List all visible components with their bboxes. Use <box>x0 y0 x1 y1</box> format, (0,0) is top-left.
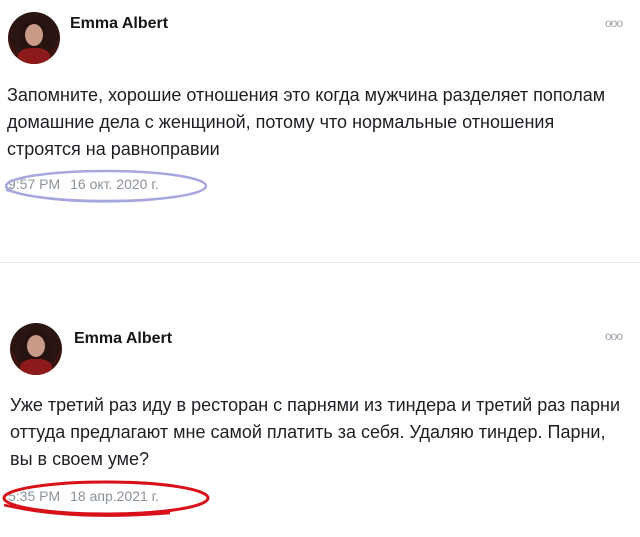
tweet-1: Emma Albert ooo Запомните, хорошие отнош… <box>0 0 640 262</box>
avatar-dress <box>20 359 52 375</box>
avatar[interactable] <box>8 12 60 64</box>
tweet-timestamp[interactable]: 5:35 PM 18 апр.2021 г. <box>8 488 159 504</box>
avatar-face <box>27 335 45 357</box>
more-dots-icon[interactable]: ooo <box>605 16 623 30</box>
avatar-face <box>25 24 43 46</box>
tweet-text: Запомните, хорошие отношения это когда м… <box>7 85 606 159</box>
tweet-date: 18 апр.2021 г. <box>70 488 159 504</box>
tweet-time: 9:57 PM <box>8 176 61 192</box>
author-name[interactable]: Emma Albert <box>70 15 168 33</box>
tweet-date: 16 окт. 2020 г. <box>70 176 159 192</box>
more-dots-icon[interactable]: ooo <box>605 329 623 343</box>
tweet-timestamp[interactable]: 9:57 PM 16 окт. 2020 г. <box>8 176 159 192</box>
tweet-2: Emma Albert ooo Уже третий раз иду в рес… <box>0 315 640 537</box>
avatar-dress <box>18 48 50 64</box>
divider <box>0 262 640 263</box>
author-name[interactable]: Emma Albert <box>74 330 172 348</box>
tweet-text: Уже третий раз иду в ресторан с парнями … <box>10 395 621 469</box>
avatar[interactable] <box>10 323 62 375</box>
tweet-time: 5:35 PM <box>8 488 61 504</box>
